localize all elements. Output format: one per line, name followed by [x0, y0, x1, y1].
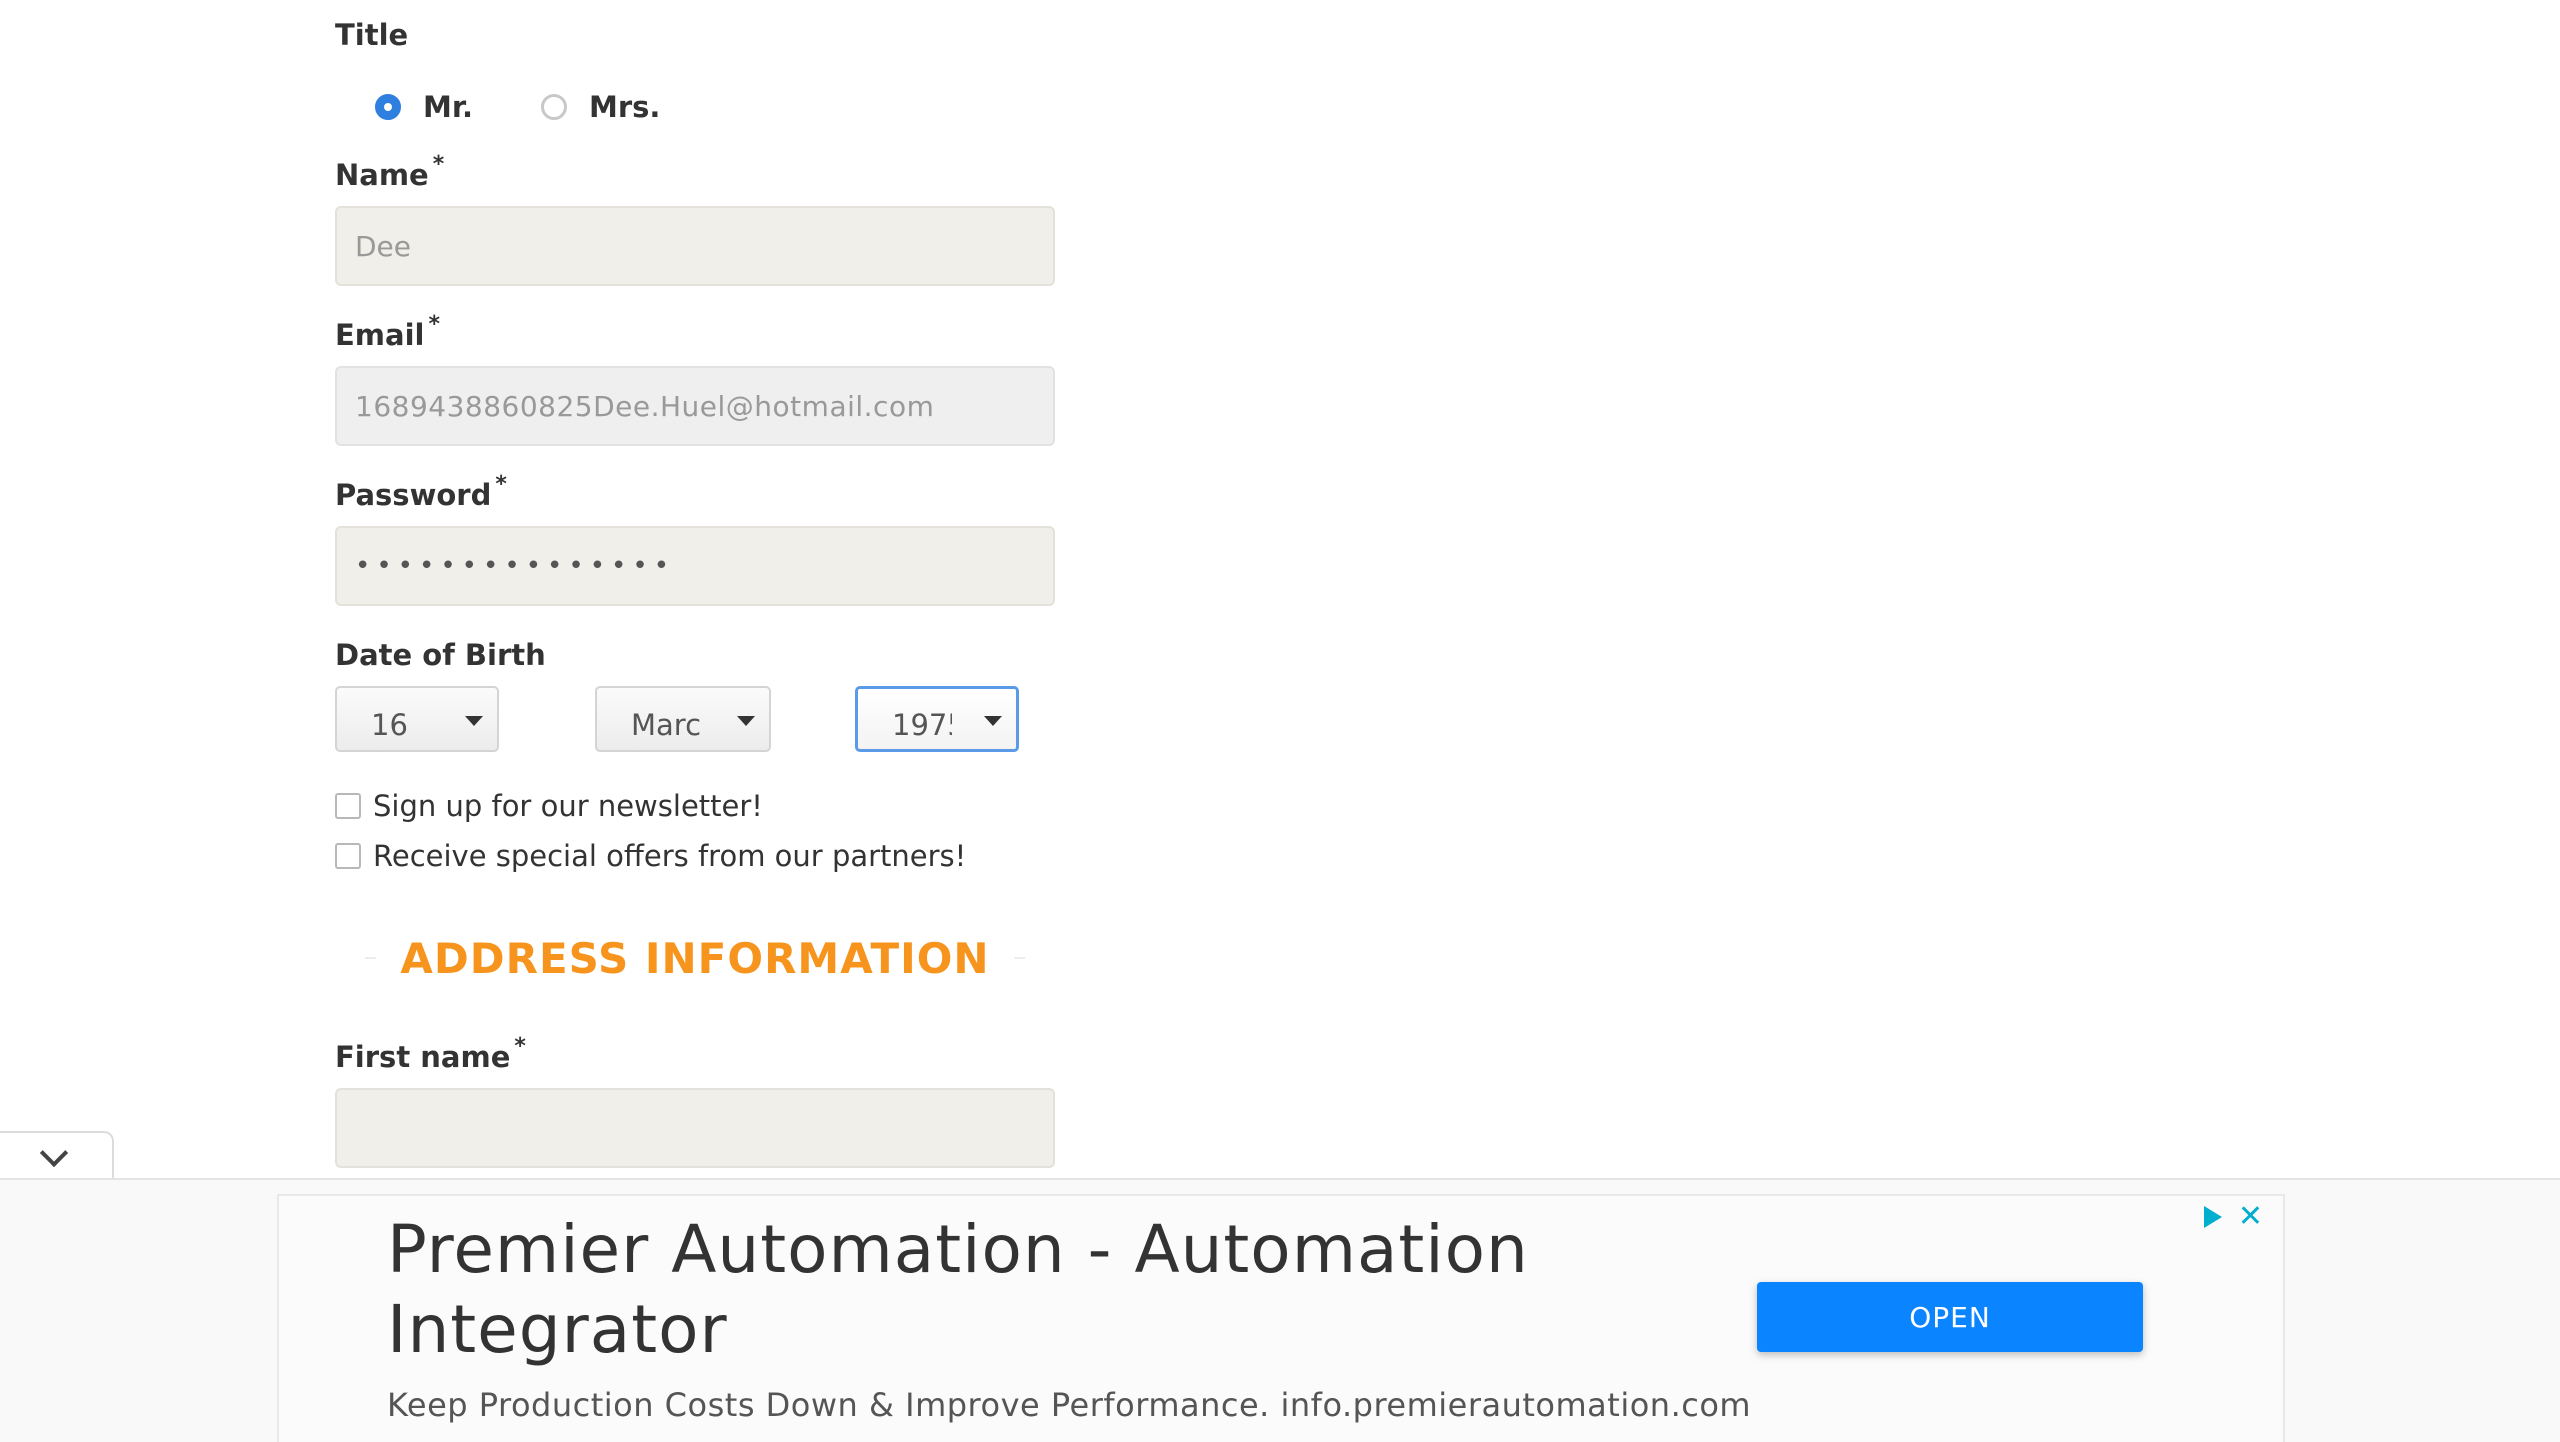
title-option-mrs[interactable]: Mrs. [541, 82, 660, 132]
offers-label[interactable]: Receive special offers from our partners… [373, 839, 966, 873]
name-input[interactable] [335, 206, 1055, 286]
dob-year-select[interactable]: 1975 [855, 686, 1019, 752]
ad-headline[interactable]: Premier Automation - Automation Integrat… [387, 1210, 1887, 1370]
password-label-text: Password [335, 478, 492, 512]
password-input[interactable] [335, 526, 1055, 606]
ad-open-button[interactable]: OPEN [1757, 1282, 2143, 1352]
address-section-title: ADDRESS INFORMATION [400, 933, 990, 983]
required-mark: * [432, 152, 445, 177]
email-label-text: Email [335, 318, 425, 352]
dob-label: Date of Birth [335, 638, 546, 672]
ad-collapse-toggle[interactable] [0, 1131, 114, 1181]
first-name-label-text: First name [335, 1040, 511, 1074]
divider [365, 957, 377, 959]
chevron-down-icon [39, 1138, 69, 1168]
newsletter-option[interactable]: Sign up for our newsletter! [335, 789, 763, 823]
title-option-mr[interactable]: Mr. [375, 82, 473, 132]
dropdown-arrow-icon [465, 716, 483, 726]
ad-banner: Premier Automation - Automation Integrat… [0, 1178, 2560, 1442]
title-label: Title [335, 18, 409, 52]
ad-choices[interactable]: ✕ [2203, 1202, 2263, 1232]
close-icon[interactable]: ✕ [2238, 1202, 2263, 1232]
offers-option[interactable]: Receive special offers from our partners… [335, 839, 966, 873]
divider [1013, 957, 1025, 959]
radio-mr[interactable] [375, 94, 401, 120]
password-label: Password * [335, 472, 507, 512]
ad-description[interactable]: Keep Production Costs Down & Improve Per… [387, 1386, 1751, 1424]
address-section-heading: ADDRESS INFORMATION [365, 928, 1025, 988]
newsletter-label[interactable]: Sign up for our newsletter! [373, 789, 763, 823]
title-radio-group: Mr. Mrs. [375, 82, 875, 132]
first-name-label: First name * [335, 1034, 526, 1074]
required-mark: * [428, 312, 440, 337]
required-mark: * [514, 1034, 526, 1059]
email-input[interactable] [335, 366, 1055, 446]
dropdown-arrow-icon [984, 716, 1002, 726]
newsletter-checkbox[interactable] [335, 793, 361, 819]
dob-day-select[interactable]: 16 [335, 686, 499, 752]
required-mark: * [495, 472, 507, 497]
name-label-text: Name [335, 158, 429, 192]
dob-month-select[interactable]: March [595, 686, 771, 752]
dropdown-arrow-icon [737, 716, 755, 726]
name-label: Name * [335, 152, 444, 192]
email-label: Email * [335, 312, 440, 352]
first-name-input[interactable] [335, 1088, 1055, 1168]
ad-card[interactable]: Premier Automation - Automation Integrat… [277, 1194, 2285, 1442]
dob-year-value: 1975 [892, 708, 952, 742]
radio-mrs[interactable] [541, 94, 567, 120]
dob-month-value: March [631, 708, 703, 742]
offers-checkbox[interactable] [335, 843, 361, 869]
adchoices-icon[interactable] [2203, 1206, 2222, 1228]
radio-mrs-label[interactable]: Mrs. [589, 90, 660, 124]
dob-day-value: 16 [371, 708, 408, 742]
radio-mr-label[interactable]: Mr. [423, 90, 473, 124]
